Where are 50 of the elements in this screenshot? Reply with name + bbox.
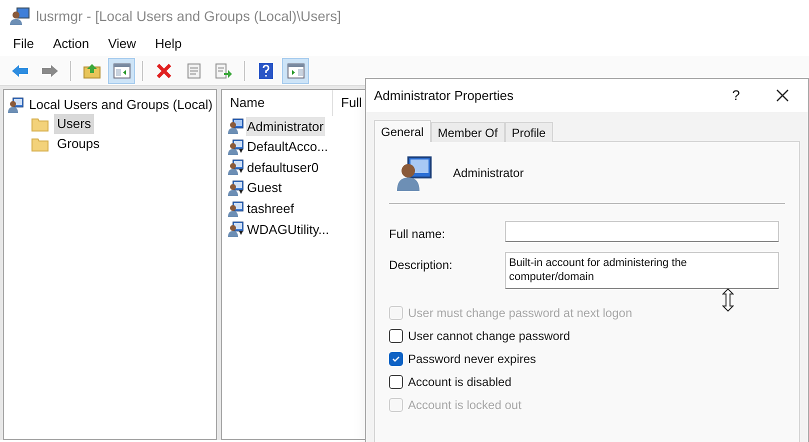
checkbox[interactable]: [389, 374, 403, 388]
tree-item[interactable]: Groups: [54, 134, 103, 154]
user-icon: [397, 154, 433, 190]
column-header[interactable]: Name: [222, 90, 333, 116]
user-name[interactable]: Administrator: [246, 116, 325, 136]
field-label: Description:: [389, 257, 454, 274]
field-label: Full name:: [389, 226, 446, 243]
check-icon: [391, 354, 401, 364]
folder-icon: [31, 136, 49, 152]
action-pane-icon[interactable]: [282, 58, 309, 84]
resize-cursor-icon: [722, 288, 734, 312]
disabled-user-icon: [228, 138, 244, 155]
user-name[interactable]: Guest: [246, 178, 283, 198]
tab[interactable]: Profile: [504, 122, 553, 142]
tree-item[interactable]: Local Users and Groups (Local): [29, 94, 213, 114]
checkbox-label: User cannot change password: [408, 328, 570, 344]
menu-item[interactable]: Help: [155, 34, 182, 54]
window-title: lusrmgr - [Local Users and Groups (Local)\Users]: [36, 6, 341, 26]
user-name[interactable]: defaultuser0: [246, 158, 320, 178]
folder-icon: [31, 116, 49, 132]
menu-item[interactable]: View: [108, 34, 136, 54]
tab[interactable]: Member Of: [430, 122, 505, 142]
menu-item[interactable]: Action: [52, 34, 90, 54]
app-icon: [10, 7, 30, 25]
user-name[interactable]: WDAGUtility...: [246, 220, 330, 240]
disabled-user-icon: [228, 221, 244, 238]
pane-toggle-icon[interactable]: [108, 58, 135, 84]
user-name[interactable]: DefaultAcco...: [246, 137, 329, 157]
description-field[interactable]: Built-in account for administering the computer/domain: [505, 252, 779, 289]
checkbox-label: Password never expires: [408, 350, 536, 368]
full-name-field[interactable]: [505, 221, 779, 242]
user-icon: [228, 118, 244, 134]
checkbox-label: User must change password at next logon: [408, 304, 632, 322]
tree-item[interactable]: Users: [54, 114, 94, 134]
tab[interactable]: General: [374, 120, 431, 142]
menu-item[interactable]: File: [13, 34, 34, 54]
help-button[interactable]: ?: [713, 79, 759, 112]
checkbox[interactable]: [389, 328, 403, 342]
checkbox-label: Account is locked out: [408, 396, 522, 414]
user-name[interactable]: tashreef: [246, 198, 295, 218]
user-icon: [228, 200, 244, 217]
close-icon: [776, 89, 788, 102]
dialog-title: Administrator Properties: [374, 86, 514, 105]
disabled-user-icon: [228, 180, 244, 196]
user-account-name: Administrator: [453, 164, 524, 182]
column-header[interactable]: Full: [333, 90, 362, 116]
user-icon: [8, 96, 24, 112]
checkbox-label: Account is disabled: [408, 374, 512, 390]
disabled-user-icon: [228, 159, 244, 176]
checkbox[interactable]: [389, 352, 403, 366]
